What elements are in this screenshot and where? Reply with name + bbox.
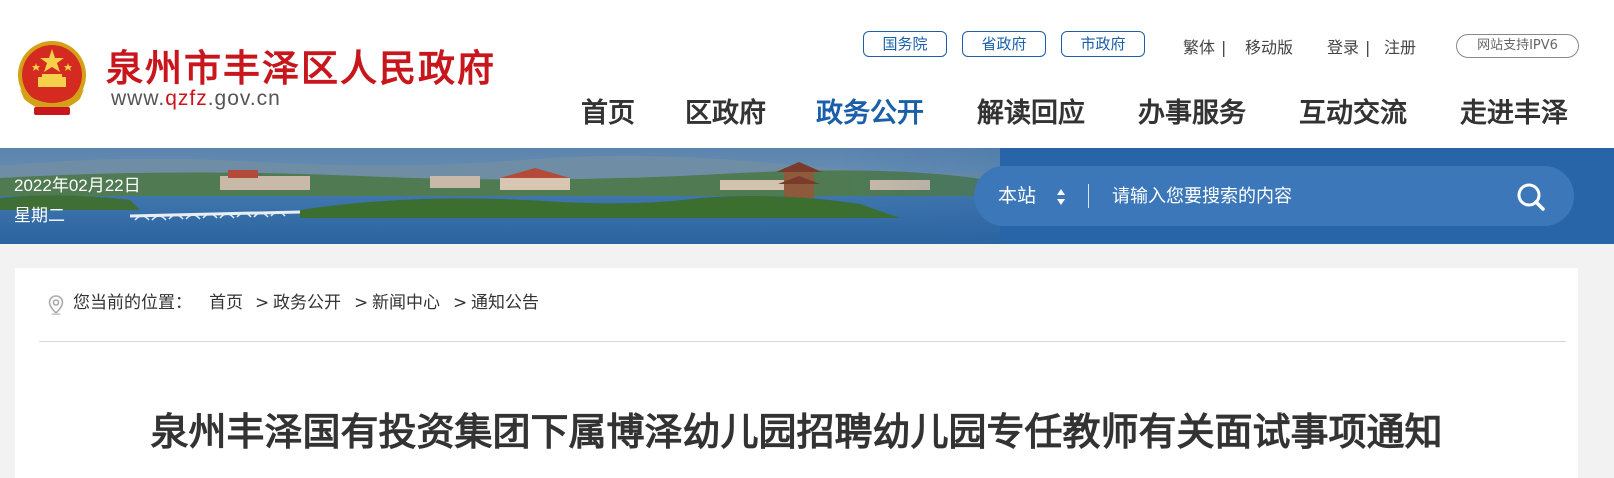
article-title: 泉州丰泽国有投资集团下属博泽幼儿园招聘幼儿园专任教师有关面试事项通知 bbox=[150, 410, 1443, 454]
gov-link-state-council[interactable]: 国务院 bbox=[863, 31, 947, 57]
breadcrumb-prefix: 您当前的位置： bbox=[73, 293, 192, 313]
breadcrumb-government-affairs[interactable]: 政务公开 bbox=[273, 290, 341, 316]
util-divider: | bbox=[1365, 38, 1371, 57]
site-url: www.qzfz.gov.cn bbox=[111, 87, 281, 111]
gov-link-city[interactable]: 市政府 bbox=[1061, 31, 1145, 57]
nav-services[interactable]: 办事服务 bbox=[1138, 91, 1246, 130]
ipv6-badge: 网站支持IPV6 bbox=[1456, 34, 1579, 58]
nav-government-affairs[interactable]: 政务公开 bbox=[816, 91, 924, 130]
util-divider: | bbox=[1221, 38, 1227, 57]
current-weekday: 星期二 bbox=[14, 206, 65, 226]
nav-interpretation[interactable]: 解读回应 bbox=[977, 91, 1085, 130]
nav-district-government[interactable]: 区政府 bbox=[685, 91, 766, 130]
current-date: 2022年02月22日 bbox=[14, 176, 141, 195]
gov-link-province[interactable]: 省政府 bbox=[962, 31, 1046, 57]
breadcrumb-separator: > bbox=[255, 293, 270, 313]
breadcrumb-home[interactable]: 首页 bbox=[209, 290, 243, 316]
site-url-mid: qzfz bbox=[165, 87, 208, 110]
login-link[interactable]: 登录 | bbox=[1327, 34, 1376, 58]
login-label[interactable]: 登录 bbox=[1327, 38, 1359, 57]
nav-about-fengze[interactable]: 走进丰泽 bbox=[1460, 91, 1568, 130]
sort-arrows-icon[interactable] bbox=[1056, 186, 1066, 208]
site-title[interactable]: 泉州市丰泽区人民政府 bbox=[106, 38, 496, 92]
search-input[interactable] bbox=[1112, 178, 1492, 214]
search-icon[interactable] bbox=[1514, 180, 1548, 214]
breadcrumb-divider bbox=[39, 341, 1566, 342]
search-scope-select[interactable]: 本站 bbox=[998, 166, 1036, 226]
site-url-prefix: www. bbox=[111, 87, 166, 110]
mobile-version-link[interactable]: 移动版 bbox=[1245, 34, 1293, 58]
nav-home[interactable]: 首页 bbox=[581, 91, 635, 130]
traditional-chinese-link[interactable]: 繁体 | bbox=[1183, 34, 1232, 58]
content-card: 您当前的位置： 首页 > 政务公开 > 新闻中心 > 通知公告 泉州丰泽国有投资… bbox=[15, 268, 1578, 478]
traditional-label[interactable]: 繁体 bbox=[1183, 38, 1215, 57]
site-url-suffix: .gov.cn bbox=[207, 87, 281, 110]
site-header: 泉州市丰泽区人民政府 www.qzfz.gov.cn 国务院 省政府 市政府 繁… bbox=[0, 0, 1614, 148]
register-link[interactable]: 注册 bbox=[1384, 34, 1416, 58]
search-divider bbox=[1088, 184, 1089, 208]
breadcrumb-notices[interactable]: 通知公告 bbox=[471, 290, 539, 316]
breadcrumb-separator: > bbox=[453, 293, 468, 313]
search-bar: 本站 bbox=[974, 166, 1574, 226]
breadcrumb-news-center[interactable]: 新闻中心 bbox=[372, 290, 440, 316]
breadcrumb-separator: > bbox=[354, 293, 369, 313]
location-pin-icon bbox=[48, 295, 64, 315]
nav-interaction[interactable]: 互动交流 bbox=[1299, 91, 1407, 130]
national-emblem-icon[interactable] bbox=[14, 37, 90, 119]
